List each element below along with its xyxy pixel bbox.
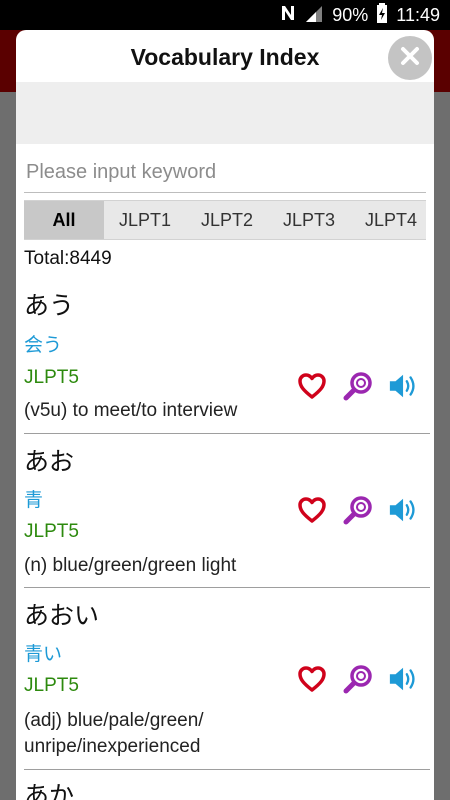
entry-actions — [296, 663, 420, 695]
entry-kanji: 会う — [24, 335, 63, 356]
tab-jlpt1[interactable]: JLPT1 — [104, 201, 186, 239]
list-item[interactable]: あお 青 JLPT5 (n) blue/green/green light — [24, 434, 430, 588]
battery-icon — [376, 2, 388, 28]
lookup-button[interactable] — [342, 494, 374, 526]
entry-kanji: 青い — [24, 644, 63, 665]
tab-jlpt3[interactable]: JLPT3 — [268, 201, 350, 239]
list-item[interactable]: あおい 青い JLPT5 (adj) blue/pale/green/ unri… — [24, 588, 430, 770]
close-button[interactable] — [388, 36, 432, 80]
speak-button[interactable] — [388, 494, 420, 526]
status-bar: 90% 11:49 — [0, 0, 450, 30]
favorite-button[interactable] — [296, 370, 328, 402]
entry-kanji: 青 — [24, 490, 44, 511]
favorite-heart-icon — [298, 497, 326, 523]
clock: 11:49 — [396, 4, 440, 25]
entry-meaning: (n) blue/green/green light — [24, 555, 237, 576]
ad-banner-area — [16, 82, 434, 144]
level-tabs: All JLPT1 JLPT2 JLPT3 JLPT4 — [24, 200, 426, 240]
entry-meaning: (adj) blue/pale/green/ unripe/inexperien… — [24, 710, 204, 757]
speaker-audio-icon — [389, 498, 415, 522]
entry-actions — [296, 494, 420, 526]
speaker-audio-icon — [389, 374, 415, 398]
tab-all[interactable]: All — [24, 201, 104, 239]
search-magnifier-icon — [343, 372, 372, 401]
total-count: Total:8449 — [24, 248, 112, 269]
entry-actions — [296, 370, 420, 402]
dialog-title: Vocabulary Index — [130, 44, 320, 70]
signal-icon — [304, 4, 324, 27]
list-item[interactable]: あう 会う JLPT5 (v5u) to meet/to interview — [24, 280, 430, 434]
status-icons: 90% 11:49 — [280, 0, 440, 30]
entry-level: JLPT5 — [24, 675, 79, 696]
list-item[interactable]: あか — [24, 770, 430, 800]
search-box — [24, 154, 428, 193]
nfc-icon — [280, 4, 296, 27]
tab-jlpt4[interactable]: JLPT4 — [350, 201, 426, 239]
search-magnifier-icon — [343, 665, 372, 694]
entry-kana: あおい — [24, 602, 100, 630]
entry-kana: あう — [24, 292, 75, 320]
entry-kana: あか — [24, 782, 75, 800]
tab-jlpt2[interactable]: JLPT2 — [186, 201, 268, 239]
favorite-heart-icon — [298, 666, 326, 692]
speaker-audio-icon — [389, 667, 415, 691]
vocabulary-index-dialog: Vocabulary Index All JLPT1 JLPT2 JLPT3 J… — [16, 30, 434, 800]
entry-level: JLPT5 — [24, 521, 79, 542]
search-magnifier-icon — [343, 496, 372, 525]
battery-percentage: 90% — [332, 4, 369, 25]
speak-button[interactable] — [388, 663, 420, 695]
entry-kana: あお — [24, 448, 75, 476]
entry-level: JLPT5 — [24, 367, 79, 388]
speak-button[interactable] — [388, 370, 420, 402]
close-icon — [400, 46, 420, 71]
favorite-heart-icon — [298, 373, 326, 399]
favorite-button[interactable] — [296, 663, 328, 695]
lookup-button[interactable] — [342, 370, 374, 402]
vocabulary-list: あう 会う JLPT5 (v5u) to meet/to interview あ… — [16, 280, 434, 800]
favorite-button[interactable] — [296, 494, 328, 526]
lookup-button[interactable] — [342, 663, 374, 695]
search-input[interactable] — [24, 154, 428, 190]
